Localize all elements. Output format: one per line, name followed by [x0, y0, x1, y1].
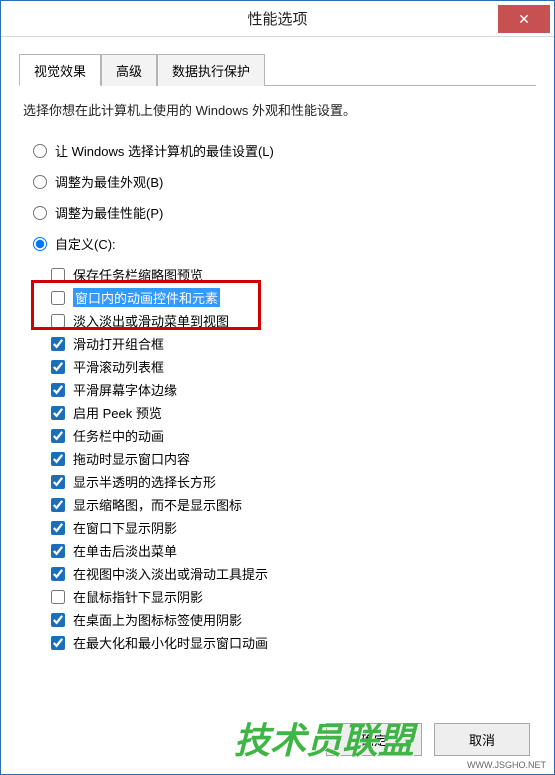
- checkbox-input[interactable]: [51, 636, 65, 650]
- tab-label: 高级: [116, 64, 142, 79]
- cancel-button[interactable]: 取消: [434, 723, 530, 756]
- radio-label: 让 Windows 选择计算机的最佳设置(L): [55, 141, 274, 160]
- description-text: 选择你想在此计算机上使用的 Windows 外观和性能设置。: [23, 100, 532, 119]
- ok-button[interactable]: 确定: [326, 723, 422, 756]
- watermark-url: WWW.JSGHO.NET: [467, 760, 546, 770]
- tab-label: 数据执行保护: [172, 64, 250, 79]
- radio-input[interactable]: [33, 237, 47, 251]
- tab-advanced[interactable]: 高级: [101, 54, 157, 86]
- checkbox-label: 滑动打开组合框: [73, 334, 164, 353]
- checkbox-input[interactable]: [51, 314, 65, 328]
- checkbox-label: 显示缩略图，而不是显示图标: [73, 495, 242, 514]
- checkbox-item[interactable]: 在视图中淡入淡出或滑动工具提示: [51, 564, 536, 583]
- checkbox-label: 平滑屏幕字体边缘: [73, 380, 177, 399]
- radio-input[interactable]: [33, 206, 47, 220]
- checkbox-item[interactable]: 启用 Peek 预览: [51, 403, 536, 422]
- checkbox-input[interactable]: [51, 590, 65, 604]
- checkbox-input[interactable]: [51, 498, 65, 512]
- checkbox-item[interactable]: 任务栏中的动画: [51, 426, 536, 445]
- checkbox-label: 在视图中淡入淡出或滑动工具提示: [73, 564, 268, 583]
- radio-best-performance[interactable]: 调整为最佳性能(P): [33, 203, 536, 222]
- content-area: 视觉效果 高级 数据执行保护 选择你想在此计算机上使用的 Windows 外观和…: [1, 37, 554, 652]
- radio-input[interactable]: [33, 175, 47, 189]
- performance-options-window: 性能选项 ✕ 视觉效果 高级 数据执行保护 选择你想在此计算机上使用的 Wind…: [0, 0, 555, 775]
- checkbox-label: 启用 Peek 预览: [73, 403, 162, 422]
- button-label: 确定: [361, 733, 387, 748]
- checkbox-item[interactable]: 滑动打开组合框: [51, 334, 536, 353]
- radio-let-windows-choose[interactable]: 让 Windows 选择计算机的最佳设置(L): [33, 141, 536, 160]
- checkbox-label: 显示半透明的选择长方形: [73, 472, 216, 491]
- checkbox-input[interactable]: [51, 291, 65, 305]
- checkbox-label: 在鼠标指针下显示阴影: [73, 587, 203, 606]
- checkbox-input[interactable]: [51, 337, 65, 351]
- window-title: 性能选项: [1, 8, 554, 29]
- checkbox-item[interactable]: 在桌面上为图标标签使用阴影: [51, 610, 536, 629]
- checkbox-input[interactable]: [51, 613, 65, 627]
- checkbox-label: 在单击后淡出菜单: [73, 541, 177, 560]
- tab-strip: 视觉效果 高级 数据执行保护: [19, 53, 536, 86]
- checkbox-item[interactable]: 在鼠标指针下显示阴影: [51, 587, 536, 606]
- checkbox-input[interactable]: [51, 429, 65, 443]
- checkbox-input[interactable]: [51, 475, 65, 489]
- checkbox-item[interactable]: 拖动时显示窗口内容: [51, 449, 536, 468]
- checkbox-item[interactable]: 平滑屏幕字体边缘: [51, 380, 536, 399]
- checkbox-label: 在桌面上为图标标签使用阴影: [73, 610, 242, 629]
- close-icon: ✕: [518, 11, 530, 28]
- checkbox-input[interactable]: [51, 383, 65, 397]
- checkbox-input[interactable]: [51, 452, 65, 466]
- radio-custom[interactable]: 自定义(C):: [33, 234, 536, 253]
- tab-visual-effects[interactable]: 视觉效果: [19, 54, 101, 86]
- checkbox-input[interactable]: [51, 567, 65, 581]
- checkbox-label: 平滑滚动列表框: [73, 357, 164, 376]
- checkbox-label: 任务栏中的动画: [73, 426, 164, 445]
- checkbox-label: 保存任务栏缩略图预览: [73, 265, 203, 284]
- close-button[interactable]: ✕: [498, 5, 550, 33]
- checkbox-label: 在窗口下显示阴影: [73, 518, 177, 537]
- checkbox-item[interactable]: 在最大化和最小化时显示窗口动画: [51, 633, 536, 652]
- checkbox-label: 窗口内的动画控件和元素: [73, 288, 220, 307]
- checkbox-item[interactable]: 淡入淡出或滑动菜单到视图: [51, 311, 536, 330]
- titlebar: 性能选项 ✕: [1, 1, 554, 37]
- radio-group: 让 Windows 选择计算机的最佳设置(L) 调整为最佳外观(B) 调整为最佳…: [33, 141, 536, 253]
- checkbox-input[interactable]: [51, 360, 65, 374]
- button-bar: 确定 取消: [326, 723, 530, 756]
- checkbox-item[interactable]: 在窗口下显示阴影: [51, 518, 536, 537]
- checkbox-item[interactable]: 平滑滚动列表框: [51, 357, 536, 376]
- checkbox-list: 保存任务栏缩略图预览窗口内的动画控件和元素淡入淡出或滑动菜单到视图滑动打开组合框…: [51, 265, 536, 652]
- checkbox-item[interactable]: 显示缩略图，而不是显示图标: [51, 495, 536, 514]
- checkbox-input[interactable]: [51, 544, 65, 558]
- checkbox-input[interactable]: [51, 406, 65, 420]
- radio-label: 调整为最佳性能(P): [55, 203, 163, 222]
- radio-input[interactable]: [33, 144, 47, 158]
- checkbox-item[interactable]: 在单击后淡出菜单: [51, 541, 536, 560]
- checkbox-input[interactable]: [51, 268, 65, 282]
- radio-label: 自定义(C):: [55, 234, 116, 253]
- tab-label: 视觉效果: [34, 64, 86, 79]
- radio-best-appearance[interactable]: 调整为最佳外观(B): [33, 172, 536, 191]
- checkbox-item[interactable]: 保存任务栏缩略图预览: [51, 265, 536, 284]
- checkbox-label: 淡入淡出或滑动菜单到视图: [73, 311, 229, 330]
- checkbox-item[interactable]: 显示半透明的选择长方形: [51, 472, 536, 491]
- checkbox-label: 在最大化和最小化时显示窗口动画: [73, 633, 268, 652]
- radio-label: 调整为最佳外观(B): [55, 172, 163, 191]
- checkbox-item[interactable]: 窗口内的动画控件和元素: [51, 288, 536, 307]
- tab-dep[interactable]: 数据执行保护: [157, 54, 265, 86]
- checkbox-input[interactable]: [51, 521, 65, 535]
- checkbox-label: 拖动时显示窗口内容: [73, 449, 190, 468]
- button-label: 取消: [469, 733, 495, 748]
